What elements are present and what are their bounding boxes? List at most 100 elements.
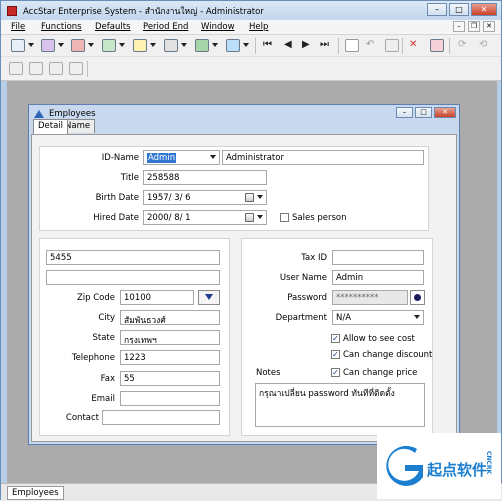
sales-person-label: Sales person bbox=[292, 213, 347, 223]
mdi-close-icon[interactable]: ✕ bbox=[483, 21, 495, 32]
contact-field[interactable] bbox=[102, 410, 220, 425]
print-preview-icon[interactable] bbox=[29, 62, 43, 75]
title-bar[interactable]: AccStar Enterprise System - สำนักงานใหญ่… bbox=[1, 1, 501, 20]
sync-icon[interactable]: ⟲ bbox=[479, 39, 487, 50]
chevron-down-icon[interactable] bbox=[414, 315, 420, 319]
maximize-icon[interactable]: □ bbox=[449, 3, 469, 16]
exit-icon[interactable] bbox=[430, 39, 444, 52]
close-icon[interactable]: ✕ bbox=[471, 3, 497, 16]
child-maximize-icon[interactable]: □ bbox=[415, 107, 432, 118]
menu-file[interactable]: File bbox=[11, 22, 25, 32]
password-label: Password bbox=[287, 293, 327, 303]
birth-date-field[interactable]: 1957/ 3/ 6 bbox=[143, 190, 267, 205]
menu-help[interactable]: Help bbox=[249, 22, 268, 32]
chevron-down-icon[interactable] bbox=[243, 43, 249, 47]
chevron-down-icon[interactable] bbox=[181, 43, 187, 47]
address-line2-field[interactable] bbox=[46, 270, 220, 285]
purchase-icon[interactable] bbox=[41, 39, 55, 52]
previous-record-icon[interactable]: ◀ bbox=[284, 39, 292, 50]
tax-id-field[interactable] bbox=[332, 250, 424, 265]
app-icon bbox=[7, 5, 17, 16]
chevron-down-icon[interactable] bbox=[257, 195, 263, 199]
chevron-down-icon[interactable] bbox=[212, 43, 218, 47]
chevron-down-icon[interactable] bbox=[119, 43, 125, 47]
toolbar-separator bbox=[255, 38, 256, 54]
menu-defaults[interactable]: Defaults bbox=[95, 22, 131, 32]
tab-detail[interactable]: Detail bbox=[33, 119, 69, 134]
mdi-minimize-icon[interactable]: – bbox=[453, 21, 465, 32]
fax-label: Fax bbox=[100, 374, 115, 384]
next-record-icon[interactable]: ▶ bbox=[302, 39, 310, 50]
title-label: Title bbox=[120, 173, 139, 183]
chevron-down-icon[interactable] bbox=[257, 215, 263, 219]
can-change-discount-checkbox[interactable]: ✓ bbox=[331, 350, 340, 359]
undo-icon[interactable]: ↶ bbox=[366, 39, 374, 50]
password-field[interactable]: ********** bbox=[332, 290, 408, 305]
inventory-icon[interactable] bbox=[71, 39, 85, 52]
chevron-down-icon[interactable] bbox=[150, 43, 156, 47]
address-line1-field[interactable]: 5455 bbox=[46, 250, 220, 265]
menu-period-end[interactable]: Period End bbox=[143, 22, 188, 32]
sales-icon[interactable] bbox=[11, 39, 25, 52]
last-record-icon[interactable]: ⏭ bbox=[320, 39, 329, 50]
state-field[interactable]: กรุงเทพฯ bbox=[120, 330, 220, 345]
employees-window-title: Employees bbox=[49, 108, 96, 119]
watermark-text: 起点软件 bbox=[427, 461, 488, 479]
main-toolbar: ⏮ ◀ ▶ ⏭ ↶ ✕ ⟳ ⟲ bbox=[1, 35, 501, 57]
ledger-icon[interactable] bbox=[133, 39, 147, 52]
child-minimize-icon[interactable]: – bbox=[396, 107, 413, 118]
tax-id-label: Tax ID bbox=[301, 253, 327, 263]
title-field[interactable]: 258588 bbox=[143, 170, 267, 185]
reports-icon[interactable] bbox=[164, 39, 178, 52]
window-tab-employees[interactable]: Employees bbox=[7, 486, 64, 500]
department-select[interactable]: N/A bbox=[332, 310, 424, 325]
banking-icon[interactable] bbox=[102, 39, 116, 52]
setup-icon[interactable] bbox=[226, 39, 240, 52]
email-field[interactable] bbox=[120, 391, 220, 406]
menu-functions[interactable]: Functions bbox=[41, 22, 82, 32]
city-label: City bbox=[98, 313, 115, 323]
notes-textarea[interactable]: กรุณาเปลี่ยน password ทันทีที่ติดตั้ง bbox=[255, 383, 425, 427]
dot-icon bbox=[414, 294, 421, 301]
chevron-down-icon[interactable] bbox=[88, 43, 94, 47]
calendar-icon[interactable] bbox=[245, 193, 254, 202]
chevron-down-icon[interactable] bbox=[28, 43, 34, 47]
state-label: State bbox=[92, 333, 116, 343]
can-change-price-checkbox[interactable]: ✓ bbox=[331, 368, 340, 377]
delete-icon[interactable]: ✕ bbox=[409, 39, 417, 50]
child-close-icon[interactable]: ✕ bbox=[434, 107, 456, 118]
employee-name-field[interactable]: Administrator bbox=[222, 150, 424, 165]
mdi-restore-icon[interactable]: ❐ bbox=[468, 21, 480, 32]
calculator-icon[interactable] bbox=[49, 62, 63, 75]
sales-person-checkbox[interactable] bbox=[280, 213, 289, 222]
employee-id-field[interactable]: Admin bbox=[143, 150, 220, 165]
refresh-icon[interactable]: ⟳ bbox=[458, 39, 466, 50]
can-change-price-label: Can change price bbox=[343, 368, 418, 378]
save-icon[interactable] bbox=[385, 39, 399, 52]
user-name-field[interactable]: Admin bbox=[332, 270, 424, 285]
first-record-icon[interactable]: ⏮ bbox=[263, 39, 272, 50]
export-icon[interactable] bbox=[69, 62, 83, 75]
chevron-down-icon[interactable] bbox=[210, 155, 216, 159]
email-label: Email bbox=[91, 394, 115, 404]
window-title: AccStar Enterprise System - สำนักงานใหญ่… bbox=[23, 6, 264, 17]
tools-icon[interactable] bbox=[195, 39, 209, 52]
application-window: AccStar Enterprise System - สำนักงานใหญ่… bbox=[0, 0, 502, 501]
zip-code-label: Zip Code bbox=[76, 293, 115, 303]
minimize-icon[interactable]: – bbox=[427, 3, 447, 16]
telephone-field[interactable]: 1223 bbox=[120, 350, 220, 365]
hired-date-field[interactable]: 2000/ 8/ 1 bbox=[143, 210, 267, 225]
city-field[interactable]: สัมพันธวงศ์ bbox=[120, 310, 220, 325]
allow-see-cost-checkbox[interactable]: ✓ bbox=[331, 334, 340, 343]
menu-window[interactable]: Window bbox=[201, 22, 235, 32]
contact-label: Contact bbox=[65, 413, 99, 423]
window-controls: – □ ✕ bbox=[427, 3, 497, 16]
new-record-icon[interactable] bbox=[345, 39, 359, 52]
zip-lookup-button[interactable] bbox=[198, 290, 220, 305]
zip-code-field[interactable]: 10100 bbox=[120, 290, 194, 305]
calendar-icon[interactable] bbox=[245, 213, 254, 222]
password-set-button[interactable] bbox=[410, 290, 425, 305]
print-icon[interactable] bbox=[9, 62, 23, 75]
fax-field[interactable]: 55 bbox=[120, 371, 220, 386]
chevron-down-icon[interactable] bbox=[58, 43, 64, 47]
